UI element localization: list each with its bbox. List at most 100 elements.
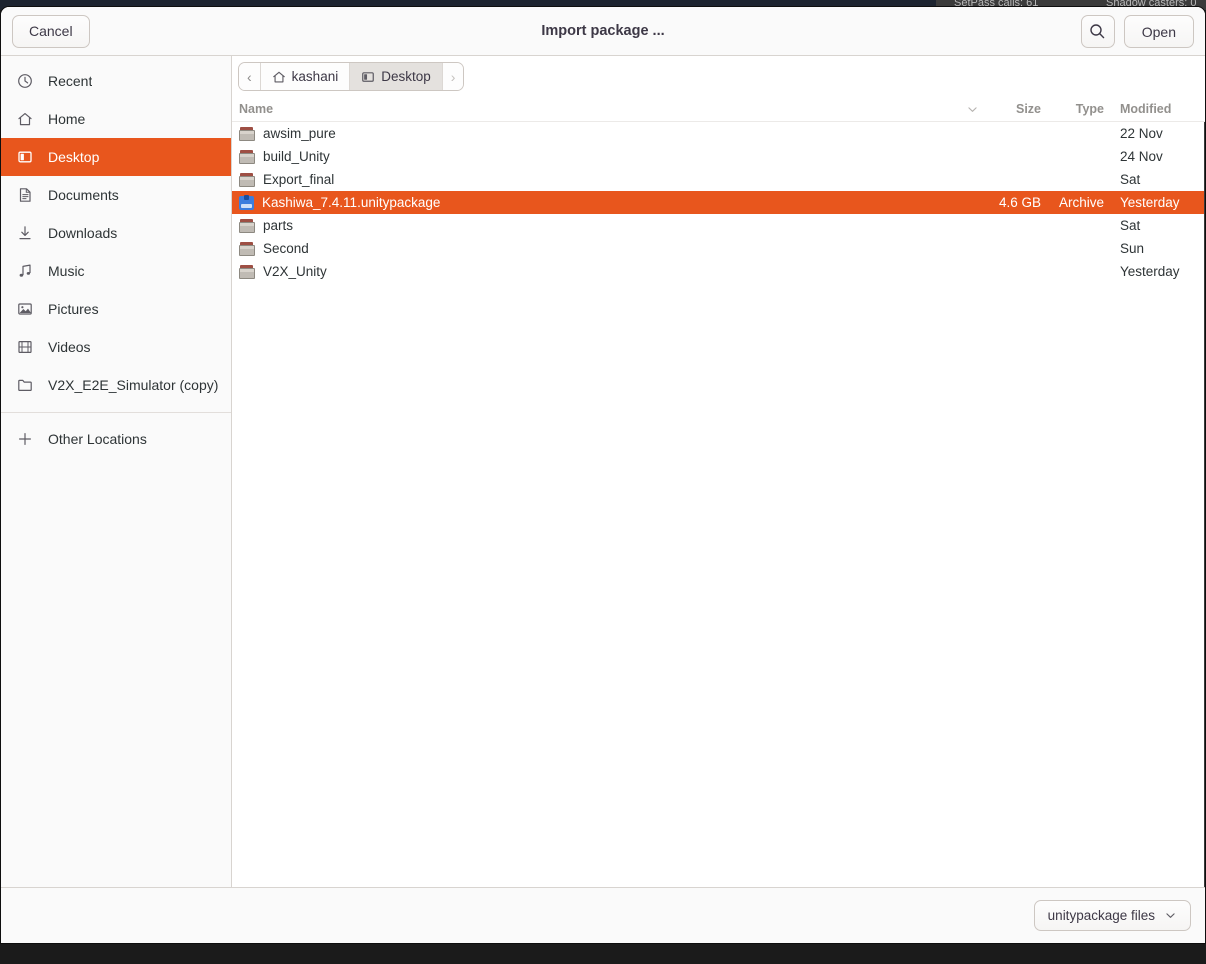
file-modified: Yesterday [1120, 195, 1180, 210]
folder-outline-icon [17, 377, 39, 393]
sidebar-item-v2x-e2e-simulator-copy[interactable]: V2X_E2E_Simulator (copy) [1, 366, 231, 404]
column-header-type[interactable]: Type [1043, 102, 1106, 116]
path-forward-button[interactable]: › [442, 63, 464, 90]
column-header-size[interactable]: Size [986, 102, 1043, 116]
dialog-title: Import package ... [541, 23, 665, 39]
dialog-body: Recent Home Desktop Documents Downloads … [1, 56, 1205, 887]
sidebar-item-label: Pictures [48, 301, 99, 317]
file-name-cell: parts [232, 218, 958, 233]
file-modified: Sat [1120, 218, 1141, 233]
plus-icon [17, 431, 39, 447]
table-row[interactable]: parts Sat [232, 214, 1205, 237]
file-modified: 22 Nov [1120, 126, 1163, 141]
search-button[interactable] [1080, 15, 1115, 48]
breadcrumb: ‹ kashani Desktop › [238, 62, 465, 91]
dialog-headerbar: Cancel Import package ... Open [1, 7, 1205, 56]
filter-label: unitypackage files [1047, 908, 1155, 923]
search-icon [1090, 24, 1105, 39]
dialog-footer: unitypackage files [1, 887, 1205, 943]
desktop-icon [361, 70, 375, 84]
sidebar-item-recent[interactable]: Recent [1, 62, 231, 100]
breadcrumb-label: kashani [291, 69, 339, 84]
file-chooser-dialog: Cancel Import package ... Open Recent Ho… [0, 6, 1206, 944]
file-name: Kashiwa_7.4.11.unitypackage [262, 195, 441, 210]
sidebar-item-downloads[interactable]: Downloads [1, 214, 231, 252]
open-button[interactable]: Open [1123, 15, 1194, 48]
sidebar-item-label: Downloads [48, 225, 118, 241]
cancel-button[interactable]: Cancel [12, 14, 90, 48]
window-right-edge [1204, 122, 1205, 887]
file-name: awsim_pure [263, 126, 336, 141]
sidebar-item-other-locations[interactable]: Other Locations [1, 420, 231, 458]
sidebar-item-desktop[interactable]: Desktop [1, 138, 231, 176]
chevron-down-icon [958, 103, 986, 116]
file-name-cell: Export_final [232, 172, 958, 187]
sidebar-item-label: Videos [48, 339, 91, 355]
download-icon [17, 225, 39, 241]
folder-icon [239, 126, 255, 141]
sidebar-item-home[interactable]: Home [1, 100, 231, 138]
music-note-icon [17, 263, 39, 279]
file-modified: Yesterday [1120, 264, 1180, 279]
file-name-cell: awsim_pure [232, 126, 958, 141]
file-browser-pane: ‹ kashani Desktop › Name Size Type Modif… [232, 56, 1205, 887]
picture-icon [17, 301, 39, 317]
table-row[interactable]: V2X_Unity Yesterday [232, 260, 1205, 283]
file-name-cell: V2X_Unity [232, 264, 958, 279]
file-name: Second [263, 241, 309, 256]
home-icon [17, 111, 39, 127]
file-name-cell: Second [232, 241, 958, 256]
sidebar-item-label: Documents [48, 187, 119, 203]
sidebar-item-videos[interactable]: Videos [1, 328, 231, 366]
sidebar-item-label: Recent [48, 73, 93, 89]
file-modified: Sun [1120, 241, 1145, 256]
column-header-name[interactable]: Name [232, 102, 958, 116]
sidebar-item-label: Music [48, 263, 85, 279]
column-header-modified[interactable]: Modified [1106, 102, 1192, 116]
sidebar-item-label: Other Locations [48, 431, 147, 447]
breadcrumb-item-desktop[interactable]: Desktop [350, 63, 443, 90]
file-name-cell: build_Unity [232, 149, 958, 164]
sidebar-item-documents[interactable]: Documents [1, 176, 231, 214]
file-modified: 24 Nov [1120, 149, 1163, 164]
folder-icon [239, 264, 255, 279]
file-name: Export_final [263, 172, 335, 187]
chevron-down-icon [1164, 909, 1177, 922]
file-name: parts [263, 218, 294, 233]
sidebar-item-pictures[interactable]: Pictures [1, 290, 231, 328]
clock-icon [17, 73, 39, 89]
table-row[interactable]: Export_final Sat [232, 168, 1205, 191]
desktop-icon [17, 149, 39, 165]
breadcrumb-item-kashani[interactable]: kashani [260, 63, 351, 90]
folder-icon [239, 149, 255, 164]
home-icon [272, 70, 286, 84]
file-list-header: Name Size Type Modified [232, 97, 1205, 122]
file-type-filter-dropdown[interactable]: unitypackage files [1033, 900, 1191, 931]
file-name: build_Unity [263, 149, 330, 164]
header-actions: Open [1080, 15, 1194, 48]
sidebar-item-label: V2X_E2E_Simulator (copy) [48, 377, 219, 393]
desktop-background-strip [0, 944, 1206, 964]
file-list[interactable]: awsim_pure 22 Nov build_Unity 24 Nov Exp… [232, 122, 1205, 887]
file-name: V2X_Unity [263, 264, 327, 279]
sidebar-item-label: Home [48, 111, 86, 127]
table-row[interactable]: Second Sun [232, 237, 1205, 260]
table-row-selected[interactable]: Kashiwa_7.4.11.unitypackage 4.6 GB Archi… [232, 191, 1205, 214]
package-icon [239, 195, 254, 210]
document-icon [17, 187, 39, 203]
sidebar-item-music[interactable]: Music [1, 252, 231, 290]
breadcrumb-label: Desktop [381, 69, 431, 84]
path-back-button[interactable]: ‹ [239, 63, 261, 90]
film-icon [17, 339, 39, 355]
folder-icon [239, 241, 255, 256]
pathbar-row: ‹ kashani Desktop › [232, 56, 1205, 97]
file-size: 4.6 GB [998, 195, 1041, 210]
folder-icon [239, 172, 255, 187]
sidebar-item-label: Desktop [48, 149, 100, 165]
file-type: Archive [1058, 195, 1104, 210]
sidebar-divider [1, 412, 231, 413]
table-row[interactable]: build_Unity 24 Nov [232, 145, 1205, 168]
table-row[interactable]: awsim_pure 22 Nov [232, 122, 1205, 145]
file-modified: Sat [1120, 172, 1141, 187]
file-name-cell: Kashiwa_7.4.11.unitypackage [232, 195, 958, 210]
